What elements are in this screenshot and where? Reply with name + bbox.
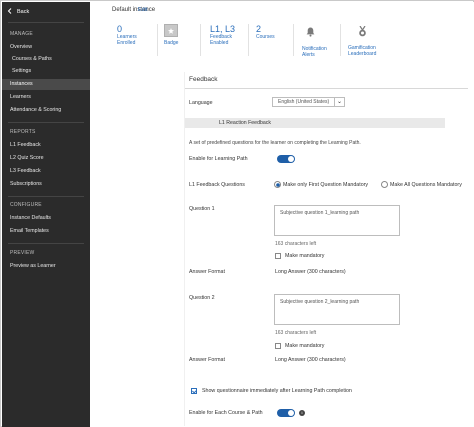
stat-separator — [293, 24, 294, 56]
stat-feedback-enabled[interactable]: L1, L3 Feedback Enabled — [210, 24, 235, 46]
answer-format-2-value: Long Answer (300 characters) — [275, 357, 346, 363]
stat-learners-enrolled[interactable]: 0 Learners Enrolled — [117, 24, 137, 46]
sidebar: Back MANAGE Overview Courses & Paths Set… — [2, 2, 90, 427]
stat-label: Enabled — [210, 40, 229, 46]
stat-label: Courses — [256, 34, 275, 40]
answer-format-label: Answer Format — [189, 269, 225, 275]
back-arrow-icon — [7, 8, 13, 16]
back-button[interactable]: Back — [7, 8, 29, 16]
sidebar-item-preview-as-learner[interactable]: Preview as Learner — [2, 261, 90, 272]
question-1-mandatory-label: Make mandatory — [285, 253, 325, 259]
stat-gamification-leaderboard[interactable]: Gamification Leaderboard — [348, 24, 376, 57]
question-1-chars-left: 163 characters left — [275, 241, 317, 247]
sidebar-item-learners[interactable]: Learners — [2, 92, 90, 103]
sidebar-divider — [8, 122, 84, 123]
question-2-label: Question 2 — [189, 295, 215, 301]
question-1-mandatory-checkbox[interactable] — [275, 253, 281, 259]
question-1-input[interactable]: Subjective question 1_learning path — [274, 205, 400, 236]
stat-value: L1, L3 — [210, 24, 236, 34]
question-2-mandatory-checkbox[interactable] — [275, 343, 281, 349]
main-content: Default instance Edit 0 Learners Enrolle… — [90, 2, 474, 427]
sidebar-item-instance-defaults[interactable]: Instance Defaults — [2, 213, 90, 224]
stat-value: 0 — [117, 24, 123, 34]
window-frame: Back MANAGE Overview Courses & Paths Set… — [0, 0, 474, 427]
sidebar-divider — [8, 22, 84, 23]
stat-courses[interactable]: 2 Courses — [256, 24, 275, 40]
stat-separator — [200, 24, 201, 56]
stat-badge[interactable]: Badge — [164, 24, 178, 46]
radio-first-mandatory[interactable] — [274, 181, 281, 188]
question-1-label: Question 1 — [189, 206, 215, 212]
sidebar-item-l1-feedback[interactable]: L1 Feedback — [2, 140, 90, 151]
sidebar-item-instances[interactable]: Instances — [2, 79, 90, 90]
section-header: L1 Reaction Feedback — [185, 118, 445, 128]
stat-label: Badge — [164, 40, 179, 46]
enable-learning-path-toggle[interactable] — [277, 155, 295, 163]
sidebar-divider — [8, 243, 84, 244]
sidebar-item-overview[interactable]: Overview — [2, 42, 90, 53]
stat-separator — [157, 24, 158, 56]
stat-label: Alerts — [302, 52, 315, 58]
info-icon[interactable]: i — [299, 410, 305, 416]
chevron-down-icon: ⌄ — [334, 98, 344, 106]
panel-title: Feedback — [189, 76, 218, 83]
sidebar-divider — [8, 196, 84, 197]
badge-icon — [164, 24, 178, 37]
enable-learning-path-label: Enable for Learning Path — [189, 156, 248, 162]
radio-first-mandatory-label: Make only First Question Mandatory — [283, 182, 369, 188]
radio-all-mandatory[interactable] — [381, 181, 388, 188]
answer-format-value: Long Answer (300 characters) — [275, 269, 346, 275]
stat-separator — [340, 24, 341, 56]
instance-title: Default instance — [112, 7, 156, 13]
enable-each-course-toggle[interactable] — [277, 409, 295, 417]
medal-icon — [358, 24, 376, 42]
section-configure: CONFIGURE — [10, 202, 42, 208]
bell-icon — [306, 24, 327, 42]
section-manage: MANAGE — [10, 31, 33, 37]
question-1-value: Subjective question 1_learning path — [280, 210, 360, 216]
stat-value: 2 — [256, 24, 262, 34]
sidebar-item-attendance-scoring[interactable]: Attendance & Scoring — [2, 105, 90, 116]
stat-separator — [248, 24, 249, 56]
radio-all-mandatory-label: Make All Questions Mandatory — [390, 182, 462, 188]
section-reports: REPORTS — [10, 129, 36, 135]
language-value: English (United States) — [278, 99, 330, 105]
stat-label: Enrolled — [117, 40, 136, 46]
question-2-chars-left: 163 characters left — [275, 330, 317, 336]
sidebar-item-l3-feedback[interactable]: L3 Feedback — [2, 166, 90, 177]
back-label: Back — [17, 9, 30, 15]
language-label: Language — [189, 100, 213, 106]
stat-label: Leaderboard — [348, 51, 377, 57]
edit-link[interactable]: Edit — [138, 7, 147, 13]
sidebar-item-subscriptions[interactable]: Subscriptions — [2, 179, 90, 190]
questions-label: L1 Feedback Questions — [189, 182, 245, 188]
question-2-value: Subjective question 2_learning path — [280, 299, 360, 305]
sidebar-item-email-templates[interactable]: Email Templates — [2, 226, 90, 237]
stats-bar: 0 Learners Enrolled Badge L1, L3 Feedbac… — [90, 24, 474, 64]
question-2-mandatory-label: Make mandatory — [285, 343, 325, 349]
sidebar-item-courses-paths[interactable]: Courses & Paths — [2, 54, 90, 65]
language-select[interactable]: English (United States) ⌄ — [272, 97, 345, 107]
feedback-panel: Feedback Language English (United States… — [184, 72, 468, 426]
question-2-input[interactable]: Subjective question 2_learning path — [274, 294, 400, 325]
enable-each-course-label: Enable for Each Course & Path — [189, 410, 263, 416]
section-preview: PREVIEW — [10, 250, 35, 256]
sidebar-item-settings[interactable]: Settings — [2, 66, 90, 77]
show-after-completion-checkbox[interactable] — [191, 388, 197, 394]
answer-format-2-label: Answer Format — [189, 357, 225, 363]
show-after-completion-label: Show questionnaire immediately after Lea… — [202, 388, 352, 394]
stat-notification-alerts[interactable]: Notification Alerts — [302, 24, 327, 58]
feedback-description: A set of predefined questions for the le… — [189, 140, 361, 146]
edit-label: Edit — [138, 7, 148, 13]
panel-divider — [185, 88, 468, 89]
sidebar-item-l2-quiz-score[interactable]: L2 Quiz Score — [2, 153, 90, 164]
